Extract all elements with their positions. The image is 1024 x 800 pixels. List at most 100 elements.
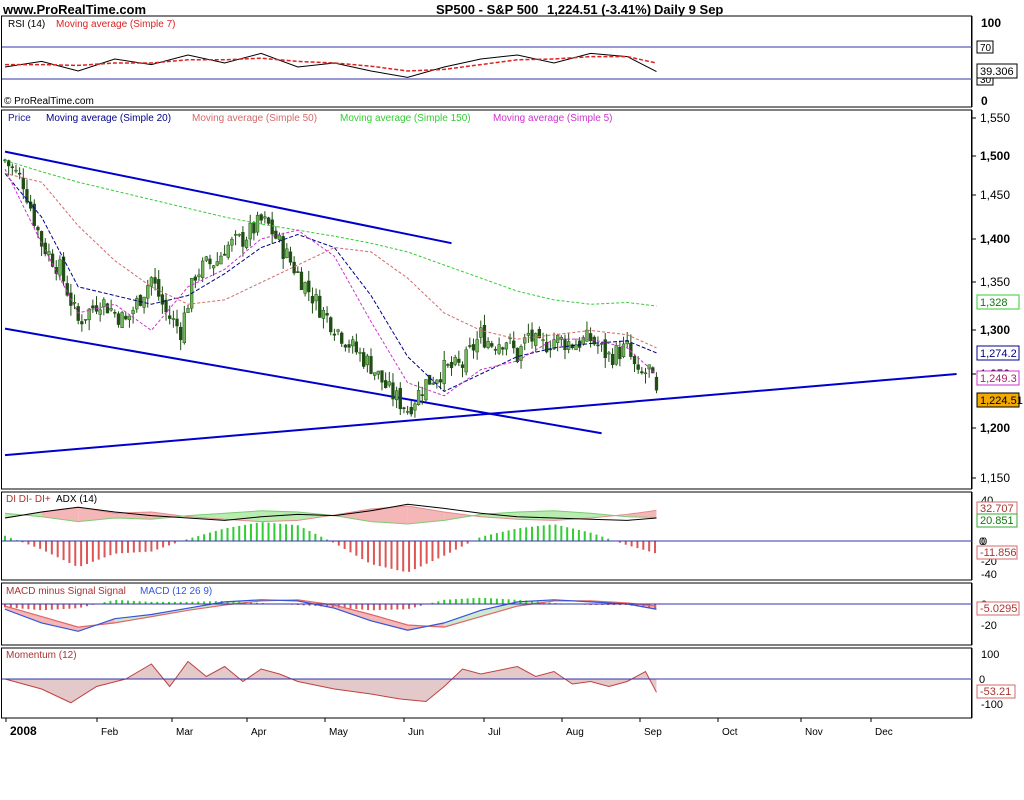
candle-body: [530, 329, 534, 342]
candle-body: [299, 271, 304, 291]
candle-body: [171, 318, 176, 320]
di-bar: [355, 541, 358, 556]
candle-body: [131, 309, 135, 315]
candle-body: [493, 349, 498, 351]
macd-bar: [126, 600, 129, 604]
candle-body: [14, 169, 18, 172]
legend-rsi-ma: Moving average (Simple 7): [56, 19, 176, 30]
candle-body: [58, 259, 62, 276]
panel-frame-dmi: [1, 491, 972, 581]
momentum-tick-label: 100: [981, 649, 999, 661]
candle-body: [438, 379, 443, 383]
candle-body: [460, 364, 465, 368]
x-tick-label-Aug: Aug: [566, 727, 584, 738]
candle-body: [113, 312, 117, 314]
di-bar: [589, 532, 592, 541]
candle-body: [449, 361, 454, 369]
panel-frame-price: [1, 109, 972, 490]
price-tick-label: 1,500: [980, 149, 1010, 163]
macd-bar: [361, 604, 364, 610]
candle-body: [409, 406, 413, 415]
di-bar: [384, 541, 387, 568]
candle-body: [102, 299, 106, 307]
di-bar: [97, 541, 100, 560]
macd-bar: [390, 604, 393, 610]
di-bar: [595, 534, 598, 541]
di-bar: [525, 527, 528, 541]
di-bar: [437, 541, 440, 559]
candle-body: [215, 261, 219, 266]
macd-bar: [402, 604, 405, 610]
di-bar: [431, 541, 434, 562]
di-bar: [74, 541, 77, 566]
candle-body: [340, 332, 344, 344]
macd-bar: [15, 604, 18, 609]
legend-rsi: RSI (14): [8, 19, 45, 30]
candle-body: [526, 332, 531, 336]
candle-body: [98, 309, 102, 315]
di-bar: [255, 522, 258, 541]
candle-body: [369, 356, 373, 374]
di-bar: [261, 522, 264, 541]
legend-price-4: Moving average (Simple 5): [493, 113, 613, 124]
candle-body: [208, 258, 212, 265]
stock-chart[interactable]: RSI (14) Moving average (Simple 7) © ProRe…: [0, 0, 1024, 800]
candle-body: [640, 371, 644, 374]
di-bar: [343, 541, 346, 549]
di-bar: [513, 529, 516, 541]
x-tick-label-Dec: Dec: [875, 727, 893, 738]
dmi-value-label: -11.856: [980, 547, 1017, 559]
candle-body: [621, 343, 626, 358]
di-bar: [85, 541, 88, 564]
candle-body: [501, 347, 505, 350]
candle-body: [175, 318, 179, 327]
candle-body: [17, 172, 22, 175]
di-bar: [349, 541, 352, 553]
macd-bar: [484, 597, 487, 604]
candle-body: [383, 380, 388, 388]
candle-body: [563, 338, 567, 350]
macd-bar: [74, 604, 77, 609]
di-bar: [4, 535, 6, 541]
candle-body: [222, 253, 227, 256]
di-bar: [390, 541, 393, 569]
candle-body: [373, 372, 377, 376]
momentum-tick-label: -100: [981, 699, 1003, 711]
price-tick-label: 1,400: [980, 232, 1010, 246]
di-bar: [402, 541, 405, 572]
candle-body: [610, 353, 615, 366]
candle-body: [149, 277, 154, 287]
macd-bar: [443, 599, 446, 604]
candle-body: [376, 370, 380, 375]
macd-bar: [413, 604, 416, 608]
candle-body: [314, 294, 318, 302]
di-bar: [554, 524, 557, 541]
candle-body: [486, 340, 490, 348]
candle-body: [277, 234, 282, 241]
candle-body: [508, 337, 512, 340]
rsi-tick-label: 0: [981, 94, 988, 108]
x-tick-label-Jul: Jul: [488, 727, 501, 738]
di-bar: [197, 535, 200, 541]
candle-body: [186, 308, 190, 313]
rsi-value-label: 39.306: [980, 66, 1014, 78]
di-bar: [531, 526, 534, 541]
di-bar: [285, 524, 288, 541]
candle-body: [588, 333, 593, 342]
candle-body: [233, 233, 238, 236]
candle-body: [446, 364, 450, 366]
price-tick-label: 1,550: [980, 111, 1010, 125]
di-bar: [138, 541, 141, 553]
candle-body: [329, 317, 333, 333]
di-bar: [144, 541, 147, 552]
macd-bar: [355, 604, 358, 610]
candle-body: [343, 344, 348, 348]
x-tick-label-May: May: [329, 727, 348, 738]
macd-value-label: -5.0295: [980, 603, 1017, 615]
di-bar: [80, 541, 83, 567]
macd-bar: [495, 598, 498, 604]
candle-body: [179, 326, 183, 341]
ma-line-0: [4, 173, 657, 393]
di-bar: [583, 531, 586, 541]
macd-bar: [27, 604, 30, 610]
